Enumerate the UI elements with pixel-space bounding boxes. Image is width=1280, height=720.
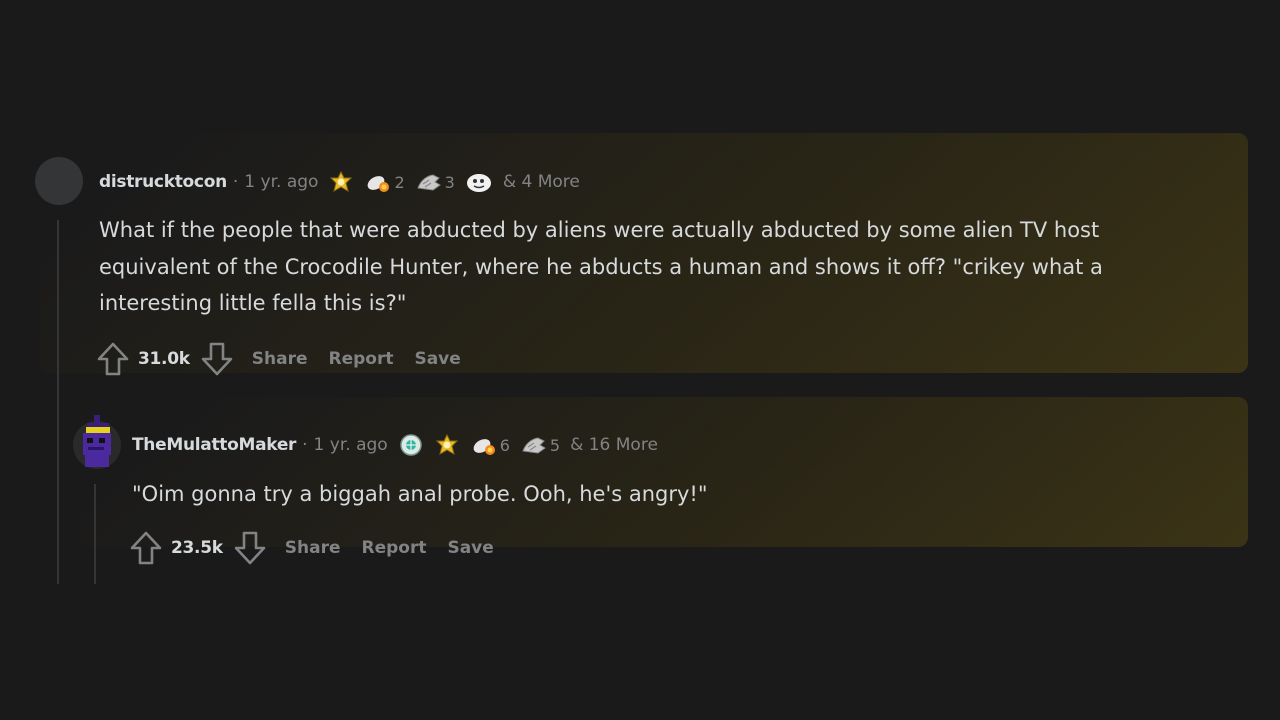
report-button[interactable]: Report (361, 538, 426, 558)
avatar[interactable] (35, 157, 83, 205)
comment-meta: distrucktocon · 1 yr. ago 2 3 & 4 More (99, 170, 580, 194)
thread-line[interactable] (57, 220, 59, 584)
vote-score: 23.5k (171, 538, 223, 558)
gold-award-icon[interactable] (328, 170, 354, 194)
username[interactable]: TheMulattoMaker (132, 435, 296, 455)
comment-actions: 31.0k Share Report Save (96, 341, 461, 377)
comment-highlight-2 (80, 397, 1248, 547)
silver-hands-award-icon[interactable]: 5 (520, 433, 560, 457)
globe-award-icon[interactable] (398, 433, 424, 457)
thread-line[interactable] (94, 484, 96, 584)
more-awards[interactable]: & 16 More (570, 435, 658, 455)
timestamp[interactable]: 1 yr. ago (244, 172, 318, 192)
more-awards[interactable]: & 4 More (503, 172, 580, 192)
upvote-icon[interactable] (96, 341, 130, 377)
downvote-icon[interactable] (233, 530, 267, 566)
report-button[interactable]: Report (328, 349, 393, 369)
upvote-icon[interactable] (129, 530, 163, 566)
gold-award-icon[interactable] (434, 433, 460, 457)
comment-meta: TheMulattoMaker · 1 yr. ago 6 5 & 16 Mor… (132, 433, 658, 457)
vote-score: 31.0k (138, 349, 190, 369)
username[interactable]: distrucktocon (99, 172, 227, 192)
rocket-like-award-icon[interactable]: 2 (364, 170, 405, 194)
silver-hands-award-icon[interactable]: 3 (415, 170, 455, 194)
rocket-like-award-icon[interactable]: 6 (470, 433, 510, 457)
share-button[interactable]: Share (285, 538, 341, 558)
comment-actions: 23.5k Share Report Save (129, 530, 494, 566)
separator: · (302, 435, 308, 455)
share-button[interactable]: Share (252, 349, 308, 369)
comment-body: "Oim gonna try a biggah anal probe. Ooh,… (132, 482, 708, 506)
save-button[interactable]: Save (447, 538, 493, 558)
separator: · (232, 172, 239, 192)
save-button[interactable]: Save (414, 349, 460, 369)
avatar[interactable] (72, 405, 122, 469)
downvote-icon[interactable] (200, 341, 234, 377)
comment-body: What if the people that were abducted by… (99, 218, 1103, 315)
timestamp[interactable]: 1 yr. ago (314, 435, 388, 455)
face-award-icon[interactable] (465, 170, 493, 194)
